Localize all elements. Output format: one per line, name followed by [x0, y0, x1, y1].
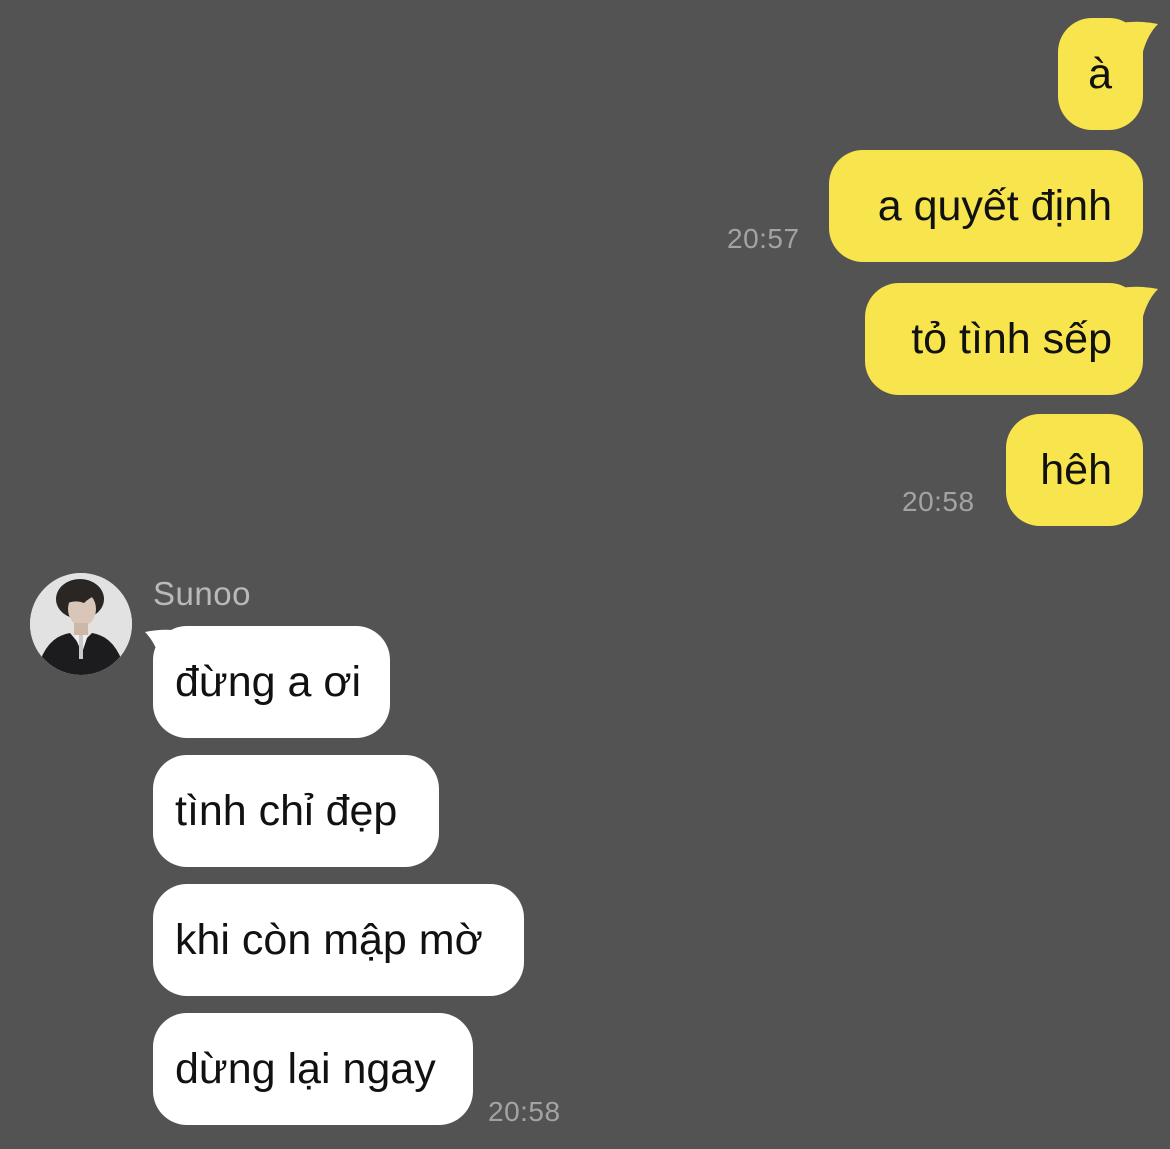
profile-photo-icon — [30, 573, 132, 675]
sender-name: Sunoo — [153, 575, 251, 612]
sent-message-4[interactable]: hêh — [1006, 414, 1143, 526]
message-timestamp: 20:58 — [902, 486, 975, 517]
message-text: hêh — [1040, 445, 1112, 494]
message-text: dừng lại ngay — [175, 1044, 436, 1093]
message-timestamp: 20:57 — [727, 223, 800, 254]
received-message-2[interactable]: tình chỉ đẹp — [153, 755, 439, 867]
message-text: a quyết định — [877, 181, 1112, 230]
message-text: tỏ tình sếp — [911, 314, 1112, 363]
received-message-3[interactable]: khi còn mập mờ — [153, 884, 524, 996]
sent-message-3[interactable]: tỏ tình sếp — [865, 283, 1143, 395]
message-text: đừng a ơi — [175, 657, 362, 706]
sent-message-1[interactable]: à — [1058, 18, 1143, 130]
sent-message-2[interactable]: a quyết định — [829, 150, 1143, 262]
message-timestamp: 20:58 — [488, 1096, 561, 1127]
received-message-1[interactable]: đừng a ơi — [153, 626, 390, 738]
message-text: tình chỉ đẹp — [175, 786, 398, 835]
message-text: khi còn mập mờ — [175, 915, 483, 964]
avatar[interactable] — [30, 573, 132, 675]
received-message-4[interactable]: dừng lại ngay — [153, 1013, 473, 1125]
message-text: à — [1088, 49, 1112, 98]
